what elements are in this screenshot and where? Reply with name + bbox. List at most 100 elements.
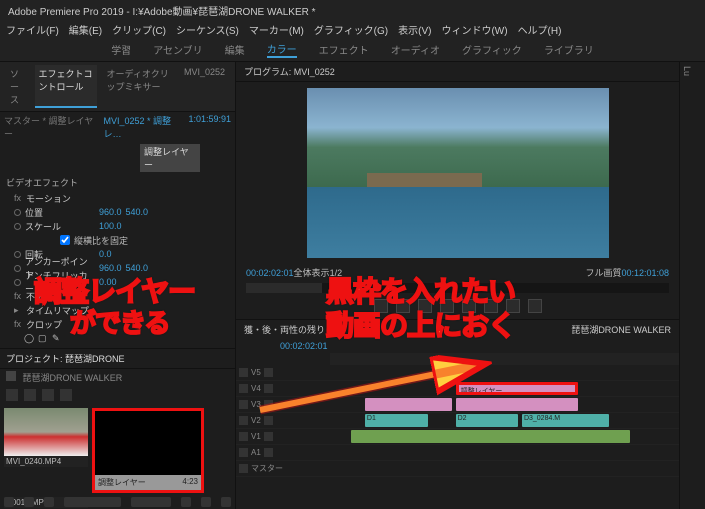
- ec-pos-x[interactable]: 960.0: [99, 207, 122, 217]
- timeline-ruler[interactable]: [330, 353, 679, 365]
- eye-icon[interactable]: [264, 432, 273, 441]
- track-v2[interactable]: V2: [251, 416, 261, 425]
- menu-help[interactable]: ヘルプ(H): [518, 22, 562, 37]
- eye-icon[interactable]: [264, 368, 273, 377]
- ec-crop[interactable]: クロップ: [26, 318, 96, 331]
- new-bin-icon[interactable]: [181, 497, 191, 507]
- eye-icon[interactable]: [264, 384, 273, 393]
- tab-source[interactable]: ソース: [6, 65, 29, 108]
- ws-learn[interactable]: 学習: [111, 42, 131, 57]
- ec-anc-y[interactable]: 540.0: [126, 263, 149, 273]
- zoom-slider[interactable]: [131, 497, 171, 507]
- timeline-clip[interactable]: D3_0284.M: [522, 414, 609, 427]
- ws-library[interactable]: ライブラリ: [544, 42, 594, 57]
- ec-cliplink[interactable]: MVI_0252 * 調整レ…: [104, 114, 189, 140]
- track-toggle[interactable]: [239, 368, 248, 377]
- track-master[interactable]: マスター: [251, 463, 283, 474]
- track-v5[interactable]: V5: [251, 368, 261, 377]
- program-fit[interactable]: 全体表示: [294, 266, 330, 279]
- ws-assembly[interactable]: アセンブリ: [153, 42, 203, 57]
- new-item-icon[interactable]: [201, 497, 211, 507]
- timeline-clip-adjustment[interactable]: 調整レイヤー: [456, 382, 578, 395]
- eye-icon[interactable]: [264, 416, 273, 425]
- mute-icon[interactable]: [264, 448, 273, 457]
- stopwatch-icon[interactable]: [14, 209, 21, 216]
- track-toggle[interactable]: [239, 384, 248, 393]
- timeline-clip[interactable]: D2: [456, 414, 519, 427]
- export-frame-icon[interactable]: [528, 299, 542, 313]
- list-view-icon[interactable]: [6, 389, 18, 401]
- trash-icon[interactable]: [221, 497, 231, 507]
- ws-audio[interactable]: オーディオ: [391, 42, 440, 57]
- program-monitor[interactable]: [307, 88, 609, 258]
- thumb-icon[interactable]: [24, 497, 34, 507]
- mark-in-icon[interactable]: [374, 299, 388, 313]
- freeform-icon[interactable]: [42, 389, 54, 401]
- lumetri-panel-collapsed[interactable]: Lu: [679, 62, 705, 509]
- project-tab[interactable]: プロジェクト: 琵琶湖DRONE: [6, 354, 125, 364]
- timeline-clips[interactable]: 調整レイヤー D1 D2 D3_0284.M: [330, 365, 679, 477]
- menu-sequence[interactable]: シーケンス(S): [176, 22, 239, 37]
- step-fwd-icon[interactable]: [462, 299, 476, 313]
- track-a1[interactable]: A1: [251, 448, 261, 457]
- menu-graphics[interactable]: グラフィック(G): [314, 22, 388, 37]
- timeline-menu[interactable]: 獲・後・両性の残り: [244, 323, 325, 336]
- menu-marker[interactable]: マーカー(M): [249, 22, 304, 37]
- ec-anc-x[interactable]: 960.0: [99, 263, 122, 273]
- list-icon[interactable]: [4, 497, 14, 507]
- timeline-clip[interactable]: [351, 430, 630, 443]
- timeline-clip[interactable]: [365, 398, 452, 411]
- ws-edit[interactable]: 編集: [225, 42, 245, 57]
- project-adjustment-layer[interactable]: 調整レイヤー4:23: [92, 408, 204, 493]
- ws-effects[interactable]: エフェクト: [319, 42, 369, 57]
- program-tc-left[interactable]: 00:02:02:01: [246, 268, 294, 278]
- tab-clip[interactable]: MVI_0252: [180, 65, 229, 108]
- ec-opacity[interactable]: 不透明度: [26, 290, 96, 303]
- program-quality[interactable]: フル画質: [585, 266, 621, 279]
- tab-effect-controls[interactable]: エフェクトコントロール: [35, 65, 97, 108]
- menu-edit[interactable]: 編集(E): [69, 22, 102, 37]
- stopwatch-icon[interactable]: [14, 223, 21, 230]
- eye-icon[interactable]: [264, 400, 273, 409]
- track-toggle[interactable]: [239, 464, 248, 473]
- program-scrubber[interactable]: [246, 283, 669, 293]
- ws-graphics[interactable]: グラフィック: [462, 42, 522, 57]
- stopwatch-icon[interactable]: [14, 265, 21, 272]
- track-toggle[interactable]: [239, 416, 248, 425]
- timeline-tc[interactable]: 00:02:02:01: [280, 341, 328, 351]
- play-icon[interactable]: [440, 299, 454, 313]
- track-toggle[interactable]: [239, 448, 248, 457]
- ec-rot-v[interactable]: 0.0: [99, 249, 112, 259]
- program-tab[interactable]: プログラム: MVI_0252: [244, 67, 335, 77]
- track-toggle[interactable]: [239, 400, 248, 409]
- tab-audio-mixer[interactable]: オーディオクリップミキサー: [103, 65, 174, 108]
- timeline-clip[interactable]: [456, 398, 578, 411]
- ec-motion[interactable]: モーション: [26, 192, 96, 205]
- timeline-clip[interactable]: D1: [365, 414, 428, 427]
- menu-clip[interactable]: クリップ(C): [112, 22, 166, 37]
- project-clip[interactable]: MVI_0240.MP4: [4, 408, 88, 493]
- ec-scale-v[interactable]: 100.0: [99, 221, 122, 231]
- ec-uniform-scale-check[interactable]: [60, 235, 70, 245]
- menu-file[interactable]: ファイル(F): [6, 22, 59, 37]
- stopwatch-icon[interactable]: [14, 251, 21, 258]
- sequence-tab[interactable]: 琵琶湖DRONE WALKER: [571, 323, 671, 336]
- mark-out-icon[interactable]: [396, 299, 410, 313]
- freeform-icon[interactable]: [44, 497, 54, 507]
- icon-view-icon[interactable]: [24, 389, 36, 401]
- stopwatch-icon[interactable]: [14, 279, 21, 286]
- track-toggle[interactable]: [239, 432, 248, 441]
- extract-icon[interactable]: [506, 299, 520, 313]
- ec-timeremap[interactable]: タイムリマップ: [26, 304, 96, 317]
- ec-pos-y[interactable]: 540.0: [126, 207, 149, 217]
- program-half[interactable]: 1/2: [330, 268, 343, 278]
- ws-color[interactable]: カラー: [267, 41, 297, 58]
- menu-window[interactable]: ウィンドウ(W): [441, 22, 507, 37]
- ec-layer-chip[interactable]: 調整レイヤー: [140, 144, 200, 172]
- track-v3[interactable]: V3: [251, 400, 261, 409]
- sort-icon[interactable]: [60, 389, 72, 401]
- bin-icon[interactable]: [6, 371, 16, 381]
- track-v1[interactable]: V1: [251, 432, 261, 441]
- ec-af-v[interactable]: 0.00: [99, 277, 117, 287]
- step-back-icon[interactable]: [418, 299, 432, 313]
